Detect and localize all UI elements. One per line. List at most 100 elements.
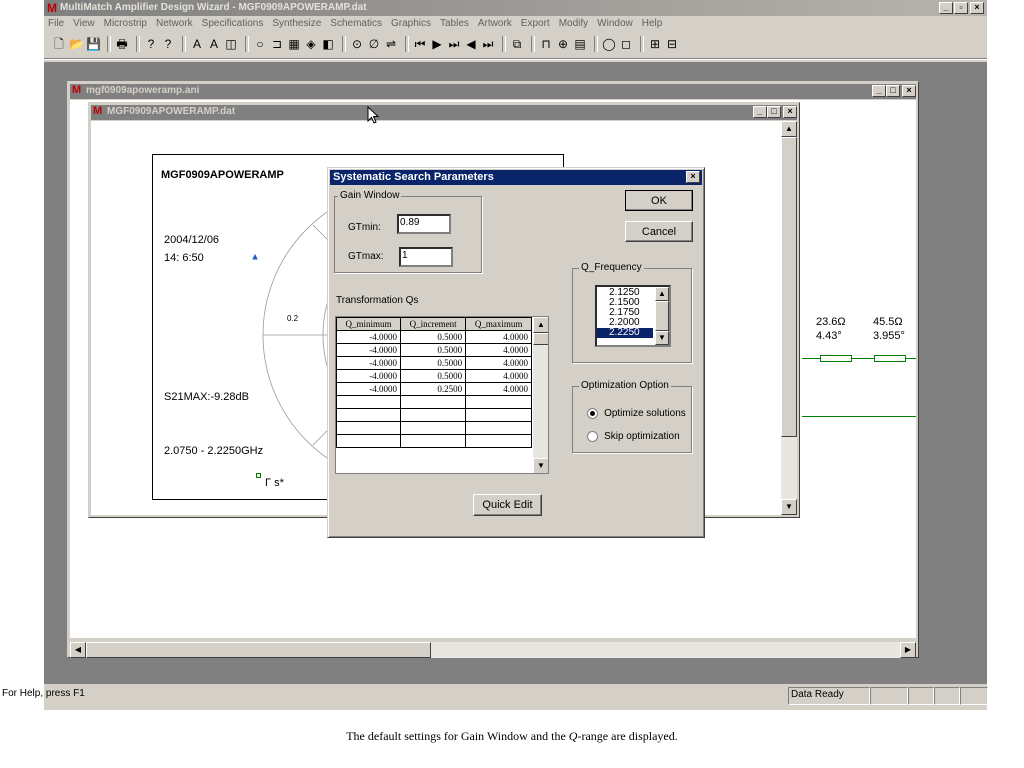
q-table-cell[interactable] xyxy=(336,434,401,448)
q-table-cell[interactable] xyxy=(465,408,532,422)
tool-i-icon[interactable]: ⊓ xyxy=(539,36,553,52)
tool-d-icon[interactable]: ⊐ xyxy=(270,36,284,52)
q-scroll-up-button[interactable]: ▲ xyxy=(533,317,548,333)
hscroll-thumb[interactable] xyxy=(86,642,431,658)
menu-item-help[interactable]: Help xyxy=(642,18,663,29)
q-table-cell[interactable]: 0.5000 xyxy=(399,369,467,383)
q-table-vscrollbar[interactable]: ▲ ▼ xyxy=(533,317,548,473)
tool-c-icon[interactable]: ◫ xyxy=(224,36,238,52)
dat-vscroll-thumb[interactable] xyxy=(781,137,797,437)
qfreq-scroll-down-button[interactable]: ▼ xyxy=(655,331,669,345)
q-table-cell[interactable] xyxy=(465,421,532,435)
gtmin-input[interactable]: 0.89 xyxy=(397,214,451,234)
tool-l-icon[interactable]: ⊞ xyxy=(648,36,662,52)
q-table-cell[interactable]: -4.0000 xyxy=(336,382,401,396)
menu-item-synthesize[interactable]: Synthesize xyxy=(272,18,321,29)
dat-title-bar[interactable]: M MGF0909APOWERAMP.dat _ □ × xyxy=(91,105,797,120)
q-table-cell[interactable]: -4.0000 xyxy=(336,356,401,370)
q-table-cell[interactable]: 4.0000 xyxy=(465,382,532,396)
tool-m-icon[interactable]: ⊟ xyxy=(665,36,679,52)
ani-minimize-button[interactable]: _ xyxy=(872,85,886,97)
last-icon[interactable]: ⏭ xyxy=(481,36,495,52)
circle-icon[interactable]: ○ xyxy=(253,36,267,52)
menu-item-microstrip[interactable]: Microstrip xyxy=(104,18,147,29)
q-table-cell[interactable]: 4.0000 xyxy=(465,369,532,383)
close-button[interactable]: × xyxy=(970,2,984,14)
q-table-cell[interactable]: -4.0000 xyxy=(336,330,401,344)
tool-g-icon[interactable]: ∅ xyxy=(367,36,381,52)
dialog-close-button[interactable]: × xyxy=(686,171,700,183)
q-table-cell[interactable]: -4.0000 xyxy=(336,343,401,357)
copy-icon[interactable]: ⧉ xyxy=(510,36,524,52)
q-table-cell[interactable]: 4.0000 xyxy=(465,343,532,357)
tool-h-icon[interactable]: ⇌ xyxy=(384,36,398,52)
help-icon[interactable]: ? xyxy=(144,36,158,52)
tool-b-icon[interactable]: A xyxy=(207,36,221,52)
q-table-cell[interactable] xyxy=(399,434,467,448)
q-table-cell[interactable] xyxy=(399,421,467,435)
optimize-solutions-radio[interactable]: Optimize solutions xyxy=(587,407,686,419)
q-scroll-down-button[interactable]: ▼ xyxy=(533,458,548,473)
grid-icon[interactable]: ▦ xyxy=(287,36,301,52)
q-table-cell[interactable]: -4.0000 xyxy=(336,369,401,383)
square-icon[interactable]: ◻ xyxy=(619,36,633,52)
quick-edit-button[interactable]: Quick Edit xyxy=(473,494,542,516)
tool-f-icon[interactable]: ◧ xyxy=(321,36,335,52)
q-vscroll-thumb[interactable] xyxy=(533,333,548,345)
q-table-cell[interactable] xyxy=(336,408,401,422)
q-table-cell[interactable] xyxy=(336,421,401,435)
q-frequency-list[interactable]: 2.1250 2.1500 2.1750 2.2000 2.2250 ▲ ▼ xyxy=(595,285,671,347)
q-table-cell[interactable] xyxy=(336,395,401,409)
menu-item-view[interactable]: View xyxy=(73,18,95,29)
q-table-cell[interactable] xyxy=(399,408,467,422)
menu-item-network[interactable]: Network xyxy=(156,18,193,29)
gtmax-input[interactable]: 1 xyxy=(399,247,453,267)
scroll-right-button[interactable]: ▶ xyxy=(900,642,916,658)
q-table-cell[interactable] xyxy=(465,395,532,409)
scroll-left-button[interactable]: ◀ xyxy=(70,642,86,658)
menu-item-tables[interactable]: Tables xyxy=(440,18,469,29)
new-icon[interactable]: 🗋 xyxy=(52,36,66,52)
dat-maximize-button[interactable]: □ xyxy=(767,106,781,118)
dat-minimize-button[interactable]: _ xyxy=(753,106,767,118)
ani-title-bar[interactable]: M mgf0909apoweramp.ani _ □ × xyxy=(70,84,916,99)
ani-maximize-button[interactable]: □ xyxy=(886,85,900,97)
q-table-cell[interactable]: 0.5000 xyxy=(399,343,467,357)
q-table-cell[interactable]: 0.5000 xyxy=(399,356,467,370)
menu-item-file[interactable]: File xyxy=(48,18,64,29)
skip-optimization-radio[interactable]: Skip optimization xyxy=(587,430,680,442)
dat-close-button[interactable]: × xyxy=(783,106,797,118)
tool-j-icon[interactable]: ⊕ xyxy=(556,36,570,52)
menu-item-export[interactable]: Export xyxy=(521,18,550,29)
cancel-button[interactable]: Cancel xyxy=(625,221,693,242)
tool-e-icon[interactable]: ◈ xyxy=(304,36,318,52)
tool-a-icon[interactable]: A xyxy=(190,36,204,52)
menu-item-schematics[interactable]: Schematics xyxy=(330,18,382,29)
ok-button[interactable]: OK xyxy=(625,190,693,211)
ani-hscrollbar[interactable]: ◀ ▶ xyxy=(70,642,916,658)
target-icon[interactable]: ⊙ xyxy=(350,36,364,52)
first-icon[interactable]: ⏮ xyxy=(413,36,427,52)
menu-item-graphics[interactable]: Graphics xyxy=(391,18,431,29)
dialog-title-bar[interactable]: Systematic Search Parameters × xyxy=(330,170,702,185)
dat-vscrollbar[interactable]: ▲ ▼ xyxy=(781,121,797,515)
app-title-bar[interactable]: M MultiMatch Amplifier Design Wizard - M… xyxy=(44,0,987,16)
back-icon[interactable]: ◀ xyxy=(464,36,478,52)
ani-close-button[interactable]: × xyxy=(902,85,916,97)
menu-item-modify[interactable]: Modify xyxy=(559,18,588,29)
print-icon[interactable]: 🖶 xyxy=(115,36,129,52)
q-table-cell[interactable]: 0.2500 xyxy=(399,382,467,396)
tool-k-icon[interactable]: ▤ xyxy=(573,36,587,52)
menu-item-window[interactable]: Window xyxy=(597,18,633,29)
dat-scroll-up-button[interactable]: ▲ xyxy=(781,121,797,137)
qfreq-thumb[interactable] xyxy=(655,301,669,331)
list-item[interactable]: 2.2250 xyxy=(597,328,653,338)
qfreq-scroll-up-button[interactable]: ▲ xyxy=(655,287,669,301)
save-icon[interactable]: 💾 xyxy=(86,36,101,52)
q-table-cell[interactable] xyxy=(399,395,467,409)
q-table-cell[interactable]: 0.5000 xyxy=(399,330,467,344)
q-table-cell[interactable]: 4.0000 xyxy=(465,330,532,344)
ring-icon[interactable]: ◯ xyxy=(602,36,616,52)
restore-button[interactable]: ▫ xyxy=(954,2,968,14)
dat-scroll-down-button[interactable]: ▼ xyxy=(781,499,797,515)
